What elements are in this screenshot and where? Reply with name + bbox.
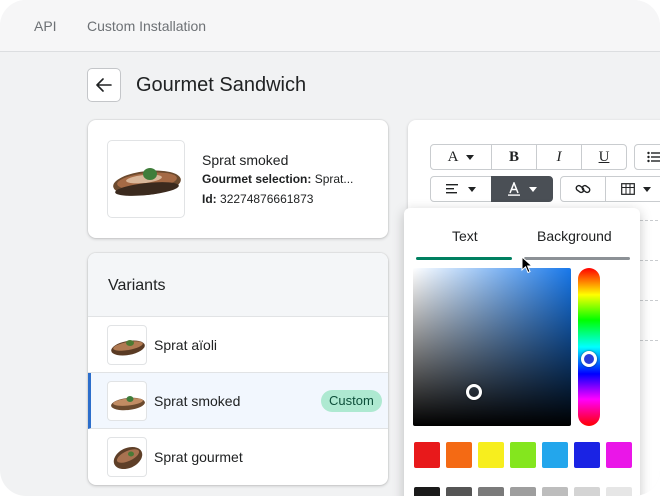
- color-swatch[interactable]: [574, 442, 600, 468]
- color-swatch[interactable]: [446, 442, 472, 468]
- color-picker-popover: Text Background: [404, 208, 640, 496]
- gray-swatch[interactable]: [446, 487, 472, 496]
- variant-label: Sprat smoked: [154, 393, 241, 409]
- tab-background[interactable]: Background: [537, 228, 612, 244]
- saturation-handle[interactable]: [466, 384, 482, 400]
- list-button[interactable]: [634, 144, 660, 170]
- color-swatch[interactable]: [478, 442, 504, 468]
- color-swatch[interactable]: [606, 442, 632, 468]
- variant-image: [107, 437, 147, 477]
- variant-row[interactable]: Sprat gourmet: [88, 429, 388, 485]
- editor-content-line: [640, 260, 660, 262]
- page-title: Gourmet Sandwich: [136, 74, 307, 96]
- tab-text[interactable]: Text: [452, 228, 478, 244]
- hue-slider[interactable]: [578, 268, 600, 426]
- gray-swatch[interactable]: [542, 487, 568, 496]
- product-card: Sprat smoked Gourmet selection: Sprat...…: [88, 120, 388, 238]
- id-value: 32274876661873: [220, 192, 314, 206]
- gray-swatch[interactable]: [606, 487, 632, 496]
- table-icon: [621, 183, 635, 195]
- arrow-left-icon: [96, 78, 112, 92]
- chevron-down-icon: [529, 186, 537, 192]
- variant-row-selected[interactable]: Sprat smoked Custom: [88, 373, 388, 429]
- italic-button[interactable]: I: [536, 144, 582, 170]
- align-left-icon: [446, 184, 458, 194]
- link-button[interactable]: [560, 176, 606, 202]
- color-swatch[interactable]: [542, 442, 568, 468]
- editor-content-line: [640, 300, 660, 302]
- back-button[interactable]: [87, 68, 121, 102]
- variant-image: [107, 381, 147, 421]
- nav-link-custom-installation[interactable]: Custom Installation: [87, 18, 206, 34]
- selection-value: Sprat...: [314, 172, 354, 186]
- font-dropdown[interactable]: A: [430, 144, 492, 170]
- gray-swatch[interactable]: [414, 487, 440, 496]
- nav-link-api[interactable]: API: [34, 18, 57, 34]
- product-image: [107, 140, 185, 218]
- gray-swatch[interactable]: [478, 487, 504, 496]
- mouse-cursor-icon: [521, 256, 533, 274]
- table-dropdown[interactable]: [605, 176, 660, 202]
- gray-swatch[interactable]: [574, 487, 600, 496]
- italic-icon: I: [556, 148, 562, 165]
- id-label: Id:: [202, 192, 217, 206]
- variant-label: Sprat gourmet: [154, 449, 243, 465]
- align-dropdown[interactable]: [430, 176, 492, 202]
- underline-button[interactable]: U: [581, 144, 627, 170]
- variant-image: [107, 325, 147, 365]
- hue-handle[interactable]: [581, 351, 597, 367]
- product-name: Sprat smoked: [202, 152, 289, 168]
- list-icon: [647, 151, 660, 163]
- text-color-dropdown[interactable]: [491, 176, 553, 202]
- bold-icon: B: [508, 148, 519, 165]
- bold-button[interactable]: B: [491, 144, 537, 170]
- top-nav: API Custom Installation: [0, 0, 660, 52]
- text-color-icon: [508, 182, 520, 196]
- gray-swatch[interactable]: [510, 487, 536, 496]
- inactive-tab-indicator: [524, 257, 630, 260]
- variants-header: Variants: [88, 253, 388, 317]
- chevron-down-icon: [466, 154, 475, 160]
- link-icon: [575, 184, 591, 194]
- editor-content-line: [640, 340, 660, 342]
- variant-label: Sprat aïoli: [154, 337, 218, 353]
- product-id: Id: 32274876661873: [202, 192, 313, 206]
- underline-icon: U: [598, 148, 610, 165]
- variant-row[interactable]: Sprat aïoli: [88, 317, 388, 373]
- app-frame: API Custom Installation Gourmet Sandwich…: [0, 0, 660, 496]
- selection-label: Gourmet selection:: [202, 172, 312, 186]
- variants-card: Variants Sprat aïoli Sprat smoked Custom…: [88, 253, 388, 485]
- editor-content-line: [640, 220, 660, 222]
- active-tab-indicator: [416, 257, 512, 260]
- color-swatch[interactable]: [414, 442, 440, 468]
- color-swatch[interactable]: [510, 442, 536, 468]
- font-icon: A: [447, 148, 459, 165]
- custom-badge: Custom: [321, 390, 382, 412]
- product-selection: Gourmet selection: Sprat...: [202, 172, 353, 186]
- variants-title: Variants: [108, 277, 166, 294]
- saturation-picker[interactable]: [413, 268, 571, 426]
- chevron-down-icon: [468, 186, 476, 192]
- chevron-down-icon: [643, 186, 651, 192]
